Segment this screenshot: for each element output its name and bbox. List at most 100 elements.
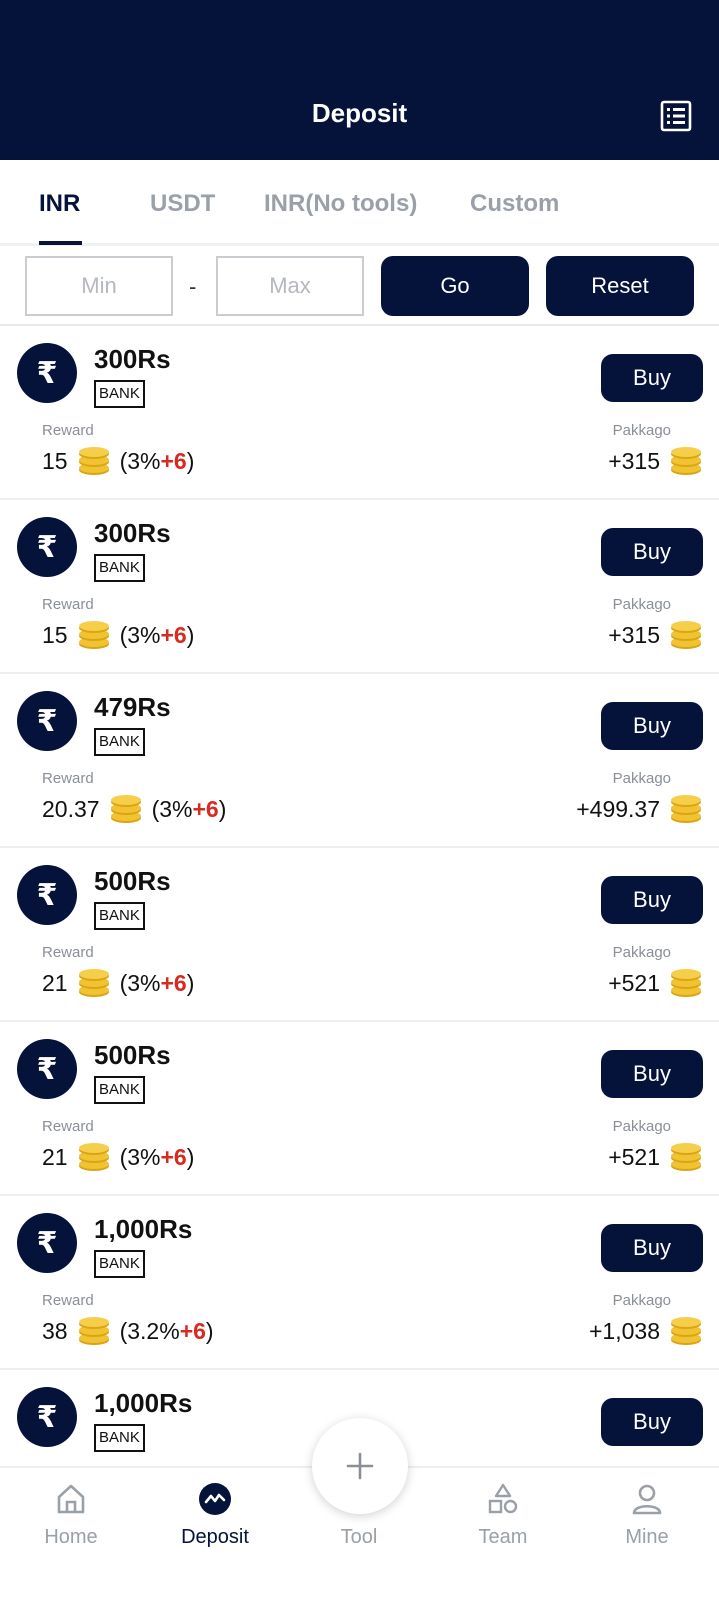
package-value: +1,038 [589,1317,660,1344]
coin-icon [671,1143,701,1171]
payment-method-badge: BANK [94,1250,145,1278]
rupee-icon: ₹ [17,865,77,925]
min-input[interactable] [25,256,173,316]
go-button[interactable]: Go [381,256,529,316]
coin-icon [671,795,701,823]
package-row: +315 [608,446,702,476]
tab-inr[interactable]: INR [39,190,80,218]
reward-label: Reward [42,944,94,961]
nav-deposit[interactable]: Deposit [160,1482,270,1549]
reward-label: Reward [42,1292,94,1309]
deposit-list: ₹ 300Rs BANK Buy Reward 15 (3%+6) Pakkag… [0,326,719,1544]
payment-method-badge: BANK [94,1076,145,1104]
home-icon [57,1484,85,1514]
bonus-value: +6 [160,447,187,474]
amount: 500Rs [94,1040,171,1070]
tab-usdt[interactable]: USDT [150,190,215,218]
coin-icon [78,969,109,997]
buy-button[interactable]: Buy [601,1224,703,1272]
package-label: Pakkago [612,770,671,787]
buy-button[interactable]: Buy [601,1398,703,1446]
reward-value: 15 [42,621,68,648]
reward-percent: (3%+6) [119,969,195,996]
bonus-value: +6 [192,795,219,822]
rupee-icon: ₹ [17,1213,77,1273]
bonus-value: +6 [160,1143,187,1170]
package-value: +499.37 [576,795,660,822]
reward-label: Reward [42,770,94,787]
bonus-value: +6 [160,969,187,996]
package-value: +521 [608,1143,660,1170]
list-icon[interactable] [660,100,692,132]
amount: 479Rs [94,692,171,722]
buy-button[interactable]: Buy [601,702,703,750]
buy-button[interactable]: Buy [601,1050,703,1098]
list-item: ₹ 500Rs BANK Buy Reward 21 (3%+6) Pakkag… [0,848,719,1022]
rupee-icon: ₹ [17,691,77,751]
package-row: +521 [608,1142,702,1172]
tool-fab-button[interactable] [312,1418,408,1514]
currency-tabs: INR USDT INR(No tools) Custom [0,160,719,246]
nav-team[interactable]: Team [448,1482,558,1549]
payment-method-badge: BANK [94,1424,145,1452]
app-header: Deposit [0,0,719,160]
list-item: ₹ 300Rs BANK Buy Reward 15 (3%+6) Pakkag… [0,500,719,674]
rupee-icon: ₹ [17,1387,77,1447]
buy-button[interactable]: Buy [601,528,703,576]
nav-mine-label: Mine [625,1526,669,1548]
amount: 1,000Rs [94,1214,193,1244]
reward-label: Reward [42,1118,94,1135]
reset-button[interactable]: Reset [546,256,694,316]
package-value: +315 [608,621,660,648]
payment-method-badge: BANK [94,902,145,930]
page-title: Deposit [311,98,408,128]
reward-row: 21 (3%+6) [42,1142,194,1172]
nav-home-label: Home [44,1526,98,1548]
reward-label: Reward [42,596,94,613]
reward-row: 15 (3%+6) [42,620,194,650]
rupee-icon: ₹ [17,517,77,577]
reward-percent: (3%+6) [119,621,195,648]
team-icon [488,1483,518,1514]
coin-icon [671,969,701,997]
bonus-value: +6 [179,1317,206,1344]
reward-row: 38 (3.2%+6) [42,1316,214,1346]
package-row: +1,038 [589,1316,702,1346]
package-row: +521 [608,968,702,998]
reward-label: Reward [42,422,94,439]
reward-row: 21 (3%+6) [42,968,194,998]
tab-custom[interactable]: Custom [470,190,559,218]
deposit-icon [199,1483,231,1515]
nav-team-label: Team [478,1526,528,1548]
nav-tool-label: Tool [340,1526,378,1548]
plus-icon [346,1452,374,1480]
amount: 500Rs [94,866,171,896]
tab-inr-no-tools[interactable]: INR(No tools) [264,190,417,218]
package-row: +499.37 [576,794,702,824]
reward-row: 20.37 (3%+6) [42,794,226,824]
bonus-value: +6 [160,621,187,648]
nav-deposit-label: Deposit [181,1526,249,1548]
payment-method-badge: BANK [94,728,145,756]
coin-icon [78,447,109,475]
range-separator: - [189,274,197,299]
reward-value: 20.37 [42,795,100,822]
amount: 300Rs [94,344,171,374]
user-icon [632,1484,662,1515]
buy-button[interactable]: Buy [601,354,703,402]
list-item: ₹ 300Rs BANK Buy Reward 15 (3%+6) Pakkag… [0,326,719,500]
package-value: +315 [608,447,660,474]
package-label: Pakkago [612,944,671,961]
amount: 300Rs [94,518,171,548]
max-input[interactable] [216,256,364,316]
coin-icon [78,621,109,649]
nav-home[interactable]: Home [16,1482,126,1549]
nav-mine[interactable]: Mine [592,1482,702,1549]
amount-filter: - Go Reset [0,246,719,326]
buy-button[interactable]: Buy [601,876,703,924]
reward-value: 21 [42,1143,68,1170]
package-label: Pakkago [612,1118,671,1135]
nav-tool[interactable]: Tool [304,1516,414,1549]
rupee-icon: ₹ [17,1039,77,1099]
coin-icon [671,621,701,649]
